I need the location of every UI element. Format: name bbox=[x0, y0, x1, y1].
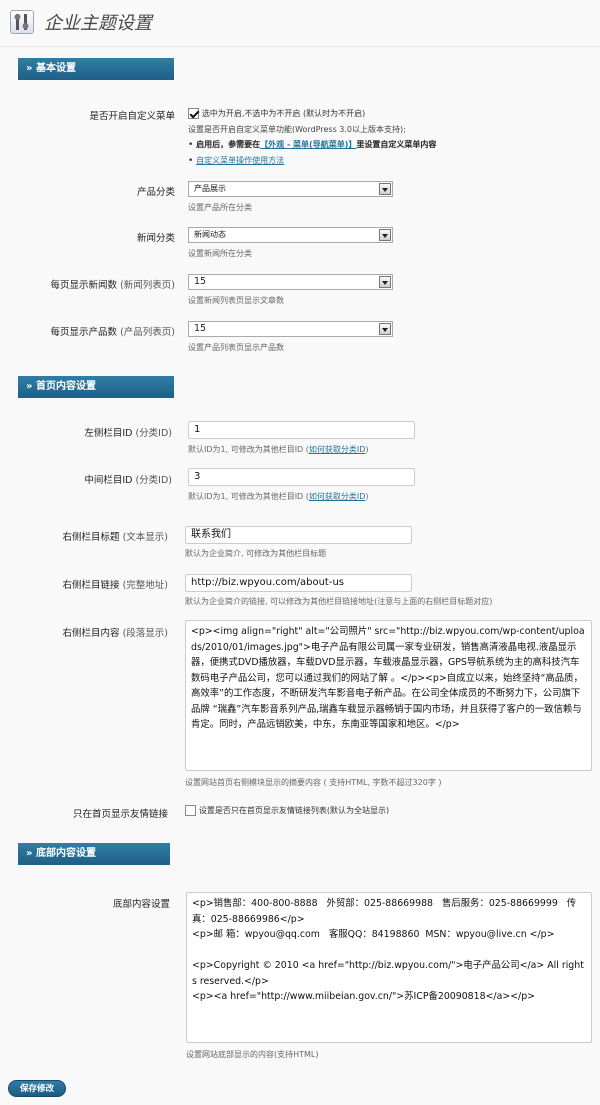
news-per-page-desc: 设置新闻列表页显示文章数 bbox=[188, 296, 284, 305]
page-title: 企业主题设置 bbox=[44, 13, 152, 34]
right-column-link-label-main: 右侧栏目链接 bbox=[62, 580, 120, 591]
news-per-page-label-main: 每页显示新闻数 bbox=[50, 280, 118, 291]
get-category-id-link[interactable]: 如何获取分类ID bbox=[309, 492, 366, 501]
right-column-content-textarea[interactable]: <p><img align="right" alt="公司照片" src="ht… bbox=[185, 620, 592, 771]
right-column-title-desc: 默认为企业简介, 可修改为其他栏目标题 bbox=[185, 549, 327, 558]
product-category-desc: 设置产品所在分类 bbox=[188, 203, 252, 212]
chevron-down-icon[interactable] bbox=[379, 276, 391, 288]
middle-column-id-label-sub: (分类ID) bbox=[135, 475, 172, 486]
right-column-link-desc: 默认为企业简介的链接, 可以修改为其他栏目链接地址(注意与上面的右侧栏目标题对应… bbox=[185, 597, 493, 606]
home-only-links-checkbox[interactable] bbox=[185, 805, 196, 816]
section-home-header: » 首页内容设置 bbox=[18, 376, 174, 398]
middle-column-id-desc: 默认ID为1, 可修改为其他栏目ID (如何获取分类ID) bbox=[188, 491, 369, 502]
custom-menu-note: • 启用后，参需要在【外观 - 菜单(导航菜单)】里设置自定义菜单内容 bbox=[188, 139, 436, 150]
left-column-id-desc-end: ) bbox=[365, 445, 369, 454]
custom-menu-checkbox[interactable] bbox=[188, 108, 199, 119]
right-column-title-label-main: 右侧栏目标题 bbox=[62, 532, 120, 543]
bullet-icon: • bbox=[188, 156, 197, 166]
home-only-links-option: 设置是否只在首页显示友情链接列表(默认为全站显示) bbox=[185, 805, 389, 816]
home-only-links-label: 只在首页显示友情链接 bbox=[72, 809, 168, 820]
home-only-links-option-text: 设置是否只在首页显示友情链接列表(默认为全站显示) bbox=[198, 806, 390, 815]
news-category-select[interactable]: 新闻动态 bbox=[188, 227, 393, 243]
left-column-id-input[interactable]: 1 bbox=[188, 421, 415, 439]
chevron-down-icon[interactable] bbox=[379, 323, 391, 335]
custom-menu-help: • 自定义菜单操作使用方法 bbox=[188, 155, 284, 166]
left-column-id-label-main: 左侧栏目ID bbox=[84, 428, 133, 439]
footer-content-desc: 设置网站底部显示的内容(支持HTML) bbox=[186, 1050, 319, 1059]
right-column-title-label: 右侧栏目标题 (文本显示) bbox=[63, 529, 168, 543]
left-column-id-desc: 默认ID为1, 可修改为其他栏目ID (如何获取分类ID) bbox=[188, 444, 369, 455]
right-column-content-label: 右侧栏目内容 (段落显示) bbox=[63, 625, 168, 639]
right-column-link-label-sub: (完整地址) bbox=[122, 580, 168, 591]
news-category-label: 新闻分类 bbox=[136, 233, 175, 244]
footer-content-textarea[interactable]: <p>销售部：400-800-8888 外贸部：025-88669988 售后服… bbox=[186, 892, 592, 1043]
products-per-page-select[interactable]: 15 bbox=[188, 321, 393, 337]
right-column-link-label: 右侧栏目链接 (完整地址) bbox=[63, 577, 168, 591]
menu-settings-link[interactable]: 【外观 - 菜单(导航菜单)】 bbox=[260, 140, 356, 149]
right-column-title-input[interactable]: 联系我们 bbox=[185, 526, 412, 544]
custom-menu-option-text: 选中为开启,不选中为不开启 (默认时为不开启) bbox=[201, 109, 366, 118]
right-column-link-input[interactable]: http://biz.wpyou.com/about-us bbox=[185, 574, 412, 592]
products-per-page-label-sub: (产品列表页) bbox=[120, 327, 175, 338]
theme-settings-icon bbox=[10, 10, 34, 34]
custom-menu-desc: 设置是否开启自定义菜单功能(WordPress 3.0以上版本支持); bbox=[188, 125, 406, 134]
news-category-value: 新闻动态 bbox=[194, 230, 226, 239]
products-per-page-label-main: 每页显示产品数 bbox=[50, 327, 118, 338]
right-column-content-label-sub: (段落显示) bbox=[122, 628, 168, 639]
right-column-content-desc: 设置网站首页右侧模块显示的摘要内容 ( 支持HTML, 字数不超过320字 ) bbox=[185, 778, 442, 787]
news-per-page-value: 15 bbox=[194, 276, 207, 287]
custom-menu-note-suffix: 里设置自定义菜单内容 bbox=[356, 140, 437, 149]
get-category-id-link[interactable]: 如何获取分类ID bbox=[309, 445, 366, 454]
section-basic-header: » 基本设置 bbox=[18, 58, 174, 80]
products-per-page-desc: 设置产品列表页显示产品数 bbox=[188, 343, 284, 352]
middle-column-id-label: 中间栏目ID (分类ID) bbox=[84, 472, 172, 486]
middle-column-id-label-main: 中间栏目ID bbox=[84, 475, 133, 486]
left-column-id-label: 左侧栏目ID (分类ID) bbox=[84, 425, 172, 439]
news-per-page-select[interactable]: 15 bbox=[188, 274, 393, 290]
bullet-icon: • bbox=[188, 140, 197, 150]
custom-menu-help-link[interactable]: 自定义菜单操作使用方法 bbox=[196, 156, 284, 165]
products-per-page-label: 每页显示产品数 (产品列表页) bbox=[51, 324, 175, 338]
chevron-down-icon[interactable] bbox=[379, 229, 391, 241]
middle-column-id-desc-text: 默认ID为1, 可修改为其他栏目ID ( bbox=[188, 492, 309, 501]
product-category-label: 产品分类 bbox=[136, 187, 175, 198]
custom-menu-label: 是否开启自定义菜单 bbox=[89, 111, 175, 122]
middle-column-id-input[interactable]: 3 bbox=[188, 468, 415, 486]
middle-column-id-desc-end: ) bbox=[365, 492, 369, 501]
right-column-content-label-main: 右侧栏目内容 bbox=[62, 628, 120, 639]
section-footer-header: » 底部内容设置 bbox=[18, 843, 170, 865]
custom-menu-option: 选中为开启,不选中为不开启 (默认时为不开启) bbox=[188, 108, 365, 119]
product-category-select[interactable]: 产品展示 bbox=[188, 181, 393, 197]
footer-content-label: 底部内容设置 bbox=[112, 899, 170, 910]
custom-menu-note-prefix: 启用后，参需要在 bbox=[196, 140, 261, 149]
news-per-page-label: 每页显示新闻数 (新闻列表页) bbox=[51, 277, 175, 291]
news-per-page-label-sub: (新闻列表页) bbox=[120, 280, 175, 291]
left-column-id-desc-text: 默认ID为1, 可修改为其他栏目ID ( bbox=[188, 445, 309, 454]
product-category-value: 产品展示 bbox=[194, 184, 226, 193]
save-button[interactable]: 保存修改 bbox=[8, 1080, 66, 1097]
chevron-down-icon[interactable] bbox=[379, 183, 391, 195]
products-per-page-value: 15 bbox=[194, 323, 207, 334]
left-column-id-label-sub: (分类ID) bbox=[135, 428, 172, 439]
news-category-desc: 设置新闻所在分类 bbox=[188, 249, 252, 258]
right-column-title-label-sub: (文本显示) bbox=[122, 532, 168, 543]
header-divider bbox=[0, 46, 600, 47]
